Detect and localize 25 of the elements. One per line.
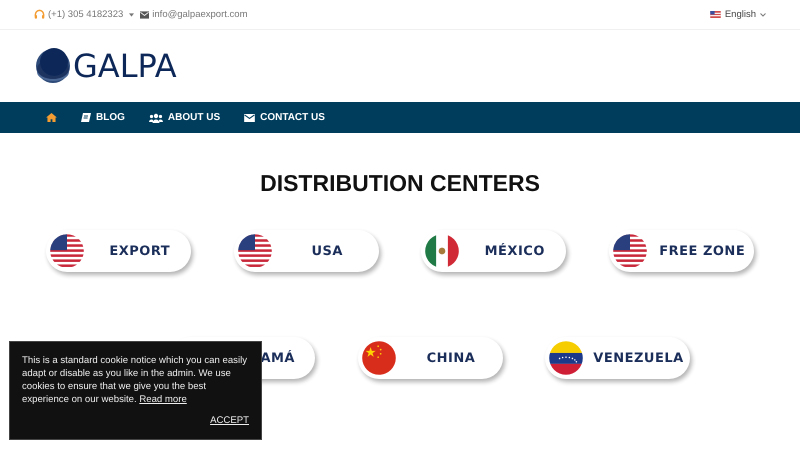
flag-icon [710,11,721,18]
chevron-down-icon [760,12,766,16]
envelope-icon [140,10,150,18]
envelope-icon [244,114,256,122]
nav-link[interactable]: ABOUT US [136,112,232,123]
phone-number: (+1) 305 4182323 [48,9,124,20]
read-more-link[interactable]: Read more [139,394,187,405]
location-button[interactable]: USA [234,230,379,272]
caret-icon [129,12,134,16]
section-heading: DISTRIBUTION CENTERS [259,169,541,197]
location-button[interactable]: EXPORT [46,230,192,272]
location-button[interactable]: FREE ZONE [608,230,754,272]
language-selector[interactable]: English [710,9,766,20]
location-button[interactable]: VENEZUELA [545,337,690,379]
location-button[interactable]: MÉXICO [421,230,566,272]
book-icon [81,112,91,122]
headset-icon [34,9,45,20]
nav-link[interactable]: BLOG [69,112,137,123]
accept-button[interactable]: ACCEPT [210,415,249,426]
home-icon [46,113,57,122]
location-button[interactable]: CHINA [358,337,502,379]
logo[interactable]: GALPA [35,47,177,85]
email-link[interactable]: info@galpaexport.com [152,9,248,20]
users-icon [148,112,163,122]
nav-link[interactable]: CONTACT US [232,112,337,123]
